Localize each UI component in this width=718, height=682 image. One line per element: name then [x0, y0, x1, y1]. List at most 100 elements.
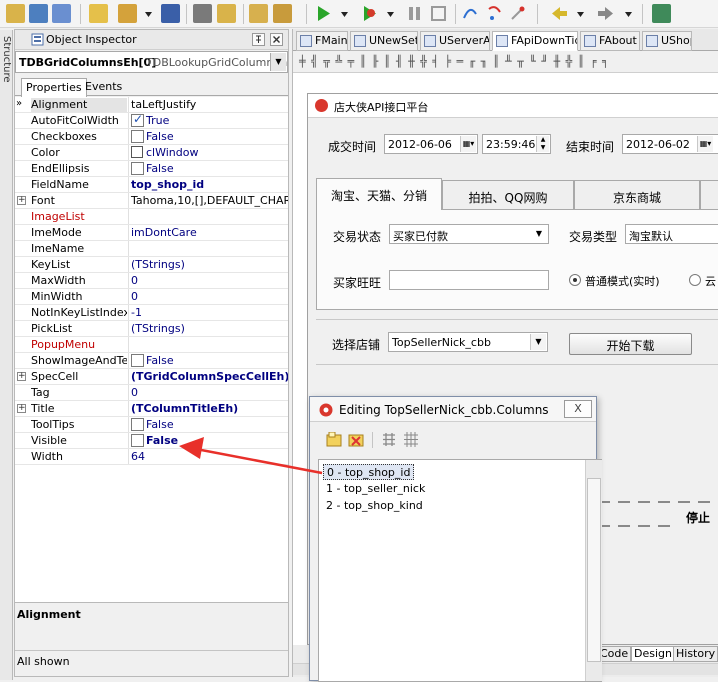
property-row-showimageandtext[interactable]: ShowImageAndText False: [15, 353, 288, 369]
property-row-maxwidth[interactable]: MaxWidth 0: [15, 273, 288, 289]
shop-select[interactable]: TopSellerNick_cbb ▼: [388, 332, 548, 352]
property-row-popupmenu[interactable]: PopupMenu: [15, 337, 288, 353]
tab-events[interactable]: Events: [81, 78, 126, 97]
property-value-cell[interactable]: False: [128, 353, 288, 368]
run-to-cursor-icon[interactable]: [508, 4, 527, 23]
restore-defaults-icon[interactable]: [403, 432, 419, 447]
columns-list[interactable]: 0 - top_shop_id 1 - top_seller_nick 2 - to…: [318, 459, 602, 682]
calendar-dropdown-icon[interactable]: ▦▾: [460, 136, 476, 152]
property-value-cell[interactable]: True: [128, 113, 288, 128]
file-tab-fmain[interactable]: FMain: [296, 31, 348, 51]
columns-editor-window[interactable]: Editing TopSellerNick_cbb.Columns X 0 - …: [309, 396, 602, 682]
property-value-cell[interactable]: 0: [128, 273, 288, 288]
property-row-checkboxes[interactable]: Checkboxes False: [15, 129, 288, 145]
toggle-form-unit-icon[interactable]: [249, 4, 268, 23]
tab-code[interactable]: Code: [597, 646, 632, 662]
tab-more[interactable]: [700, 180, 718, 210]
open-project-icon[interactable]: [118, 4, 137, 23]
view-form-icon[interactable]: [273, 4, 292, 23]
stop-icon[interactable]: [429, 4, 448, 23]
chevron-down-icon[interactable]: ▼: [530, 334, 546, 350]
property-checkbox[interactable]: [131, 130, 144, 143]
tab-taobao[interactable]: 淘宝、天猫、分销: [316, 178, 442, 210]
end-date-picker[interactable]: 2012-06-02 ▦▾: [622, 134, 718, 154]
chevron-down-icon[interactable]: ▼: [531, 226, 547, 242]
property-row-keylist[interactable]: KeyList (TStrings): [15, 257, 288, 273]
property-value-cell[interactable]: (TColumnTitleEh): [128, 401, 288, 416]
add-column-icon[interactable]: [326, 432, 342, 447]
open-file-icon[interactable]: [217, 4, 236, 23]
buyer-input[interactable]: [389, 270, 549, 290]
property-value-cell[interactable]: [128, 337, 288, 352]
delete-column-icon[interactable]: [348, 432, 364, 447]
file-tab-fapidowntid[interactable]: FApiDownTid: [492, 31, 578, 51]
column-list-item[interactable]: 1 - top_seller_nick: [323, 481, 428, 497]
property-row-color[interactable]: Color clWindow: [15, 145, 288, 161]
property-row-tooltips[interactable]: ToolTips False: [15, 417, 288, 433]
close-button[interactable]: X: [564, 400, 592, 418]
new-form-icon[interactable]: [29, 4, 48, 23]
run-without-debug-icon[interactable]: [360, 4, 379, 23]
property-row-font[interactable]: + Font Tahoma,10,[],DEFAULT_CHARSE: [15, 193, 288, 209]
property-row-endellipsis[interactable]: EndEllipsis False: [15, 161, 288, 177]
structure-side-tab[interactable]: Structure: [0, 30, 13, 680]
property-row-minwidth[interactable]: MinWidth 0: [15, 289, 288, 305]
mode-cloud-radio[interactable]: [689, 274, 701, 286]
property-row-imemode[interactable]: ImeMode imDontCare: [15, 225, 288, 241]
mode-normal-radio[interactable]: [569, 274, 581, 286]
property-value-cell[interactable]: False: [128, 433, 288, 448]
property-row-notinkeylistindex[interactable]: NotInKeyListIndex -1: [15, 305, 288, 321]
dropdown-arrow-icon[interactable]: [340, 9, 349, 18]
property-value-cell[interactable]: False: [128, 129, 288, 144]
property-checkbox[interactable]: [131, 113, 144, 127]
property-value-cell[interactable]: Tahoma,10,[],DEFAULT_CHARSE: [128, 193, 288, 208]
tab-design[interactable]: Design: [631, 646, 675, 662]
tab-properties[interactable]: Properties: [21, 78, 87, 97]
open-icon[interactable]: [52, 4, 71, 23]
property-row-title[interactable]: + Title (TColumnTitleEh): [15, 401, 288, 417]
property-value-cell[interactable]: 0: [128, 385, 288, 400]
spin-updown-icon[interactable]: ▲ ▼: [536, 136, 549, 152]
back-icon[interactable]: [550, 4, 569, 23]
start-time-picker[interactable]: 23:59:46 ▲ ▼: [482, 134, 551, 154]
property-value-cell[interactable]: (TStrings): [128, 321, 288, 336]
property-row-picklist[interactable]: PickList (TStrings): [15, 321, 288, 337]
help-book-icon[interactable]: [652, 4, 671, 23]
property-checkbox[interactable]: [131, 418, 144, 431]
save-all-icon[interactable]: [193, 4, 212, 23]
tab-paipai[interactable]: 拍拍、QQ网购: [442, 180, 574, 210]
dropdown-arrow-icon[interactable]: [386, 9, 395, 18]
dropdown-arrow-icon[interactable]: [576, 9, 585, 18]
new-unit-icon[interactable]: [6, 4, 25, 23]
property-value-cell[interactable]: taLeftJustify: [128, 97, 288, 112]
new-items-icon[interactable]: [89, 4, 108, 23]
file-tab-fabout[interactable]: FAbout: [580, 31, 640, 51]
property-value-cell[interactable]: clWindow: [128, 145, 288, 160]
pause-icon[interactable]: [405, 4, 424, 23]
property-value-cell[interactable]: (TGridColumnSpecCellEh): [128, 369, 288, 384]
file-tab-ushop[interactable]: UShop: [642, 31, 692, 51]
vertical-scrollbar[interactable]: [585, 460, 602, 681]
property-value-cell[interactable]: [128, 209, 288, 224]
property-row-imagelist[interactable]: ImageList: [15, 209, 288, 225]
property-value-cell[interactable]: [128, 241, 288, 256]
property-row-alignment[interactable]: » Alignment taLeftJustify: [15, 97, 288, 113]
close-icon[interactable]: [270, 33, 283, 46]
expand-icon[interactable]: +: [17, 372, 26, 381]
alignment-toolbar[interactable]: ╪ ╣ ╦ ╩ ╤ ║ ╟ ║ ╢ ╫ ╬ ╡ ╞ ═ ╓ ╖ ║ ╨ ╥ ╙ …: [293, 51, 718, 73]
property-value-cell[interactable]: False: [128, 161, 288, 176]
file-tab-unewsetapi[interactable]: UNewSetApi: [350, 31, 418, 51]
property-value-cell[interactable]: top_shop_id: [128, 177, 288, 192]
tab-history[interactable]: History: [673, 646, 718, 662]
property-checkbox[interactable]: [131, 354, 144, 367]
property-value-cell[interactable]: 64: [128, 449, 288, 464]
property-row-imename[interactable]: ImeName: [15, 241, 288, 257]
start-date-picker[interactable]: 2012-06-06 ▦▾: [384, 134, 478, 154]
expand-icon[interactable]: +: [17, 196, 26, 205]
property-value-cell[interactable]: (TStrings): [128, 257, 288, 272]
trade-status-select[interactable]: 买家已付款 ▼: [389, 224, 549, 244]
run-icon[interactable]: [314, 4, 333, 23]
property-row-fieldname[interactable]: FieldName top_shop_id: [15, 177, 288, 193]
property-row-speccell[interactable]: + SpecCell (TGridColumnSpecCellEh): [15, 369, 288, 385]
trade-type-select[interactable]: 淘宝默认: [625, 224, 718, 244]
